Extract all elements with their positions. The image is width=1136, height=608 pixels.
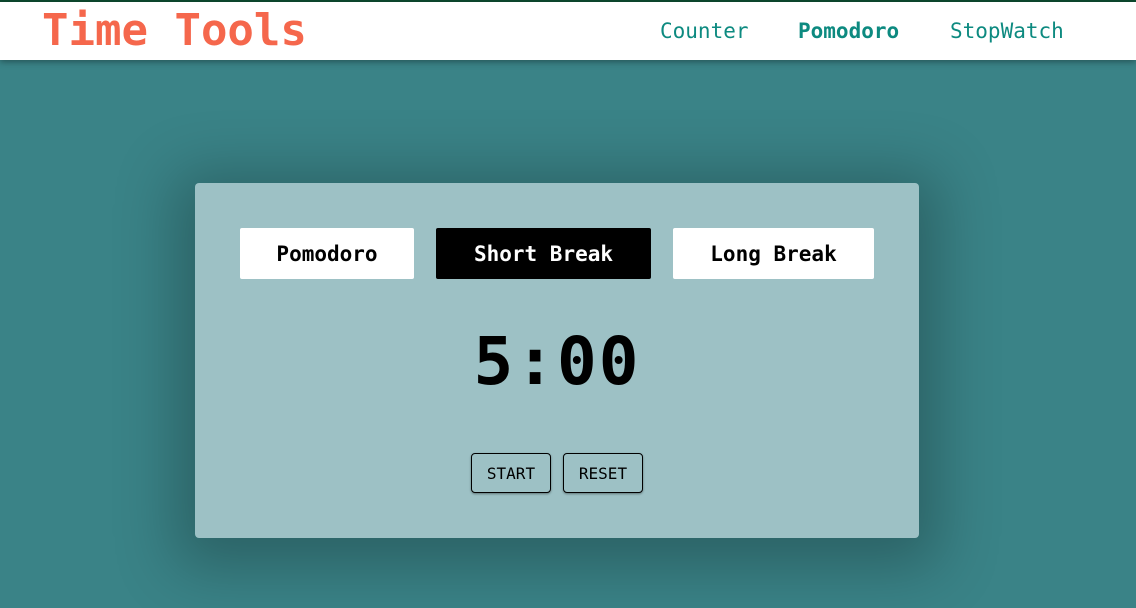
nav-link-pomodoro[interactable]: Pomodoro [798,18,899,44]
pomodoro-card: Pomodoro Short Break Long Break 5:00 STA… [195,183,919,538]
nav-link-counter[interactable]: Counter [660,18,749,44]
navbar: Time Tools Counter Pomodoro StopWatch [0,2,1136,60]
timer-display: 5:00 [473,323,641,400]
mode-pomodoro-button[interactable]: Pomodoro [240,228,414,279]
start-button[interactable]: START [471,453,551,493]
reset-button[interactable]: RESET [563,453,643,493]
nav-link-stopwatch[interactable]: StopWatch [950,18,1064,44]
mode-long-break-button[interactable]: Long Break [673,228,874,279]
mode-short-break-button[interactable]: Short Break [436,228,651,279]
brand-title[interactable]: Time Tools [42,6,307,56]
